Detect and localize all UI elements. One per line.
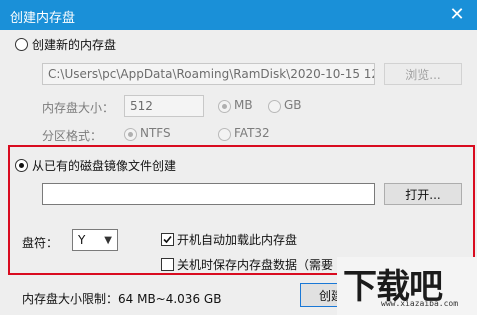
radio-create-new-label[interactable]: 创建新的内存盘: [32, 36, 116, 53]
radio-fs-fat32[interactable]: [218, 128, 231, 141]
fs-fat32-label: FAT32: [234, 126, 270, 140]
size-limit-text: 内存盘大小限制：64 MB~4.036 GB: [22, 292, 222, 306]
radio-fs-ntfs[interactable]: [124, 128, 137, 141]
drive-letter-value: Y: [78, 233, 86, 247]
radio-unit-mb[interactable]: [218, 100, 231, 113]
open-button[interactable]: 打开...: [384, 183, 462, 205]
autoload-label[interactable]: 开机自动加载此内存盘: [177, 231, 297, 248]
title-bar: 创建内存盘 ✕: [0, 0, 477, 30]
watermark-logo: 下载吧 www.xiazaiba.com: [337, 257, 477, 315]
radio-from-image-label[interactable]: 从已有的磁盘镜像文件创建: [32, 157, 176, 174]
unit-mb-label: MB: [234, 98, 253, 112]
close-button[interactable]: ✕: [437, 0, 477, 30]
window-title: 创建内存盘: [10, 11, 76, 26]
unit-gb-label: GB: [284, 98, 302, 112]
autoload-checkbox[interactable]: [161, 233, 174, 246]
radio-create-new[interactable]: [15, 38, 28, 51]
close-icon: ✕: [449, 4, 465, 25]
new-disk-path-field[interactable]: C:\Users\pc\AppData\Roaming\RamDisk\2020…: [42, 63, 375, 85]
watermark-url: www.xiazaiba.com: [381, 299, 459, 308]
drive-letter-label: 盘符：: [22, 236, 59, 250]
drive-letter-select[interactable]: Y ▼: [72, 229, 118, 251]
radio-from-image[interactable]: [15, 159, 28, 172]
fs-ntfs-label: NTFS: [140, 126, 171, 140]
radio-unit-gb[interactable]: [268, 100, 281, 113]
fs-label: 分区格式：: [42, 129, 103, 143]
save-on-shutdown-label[interactable]: 关机时保存内存盘数据（需要: [177, 256, 333, 273]
image-path-field[interactable]: [42, 183, 375, 205]
chevron-down-icon: ▼: [104, 234, 112, 246]
save-on-shutdown-checkbox[interactable]: [161, 258, 174, 271]
checkmark-icon: [163, 235, 172, 244]
size-label: 内存盘大小：: [42, 101, 115, 115]
browse-button[interactable]: 浏览...: [384, 63, 462, 85]
size-input[interactable]: 512: [124, 95, 204, 117]
